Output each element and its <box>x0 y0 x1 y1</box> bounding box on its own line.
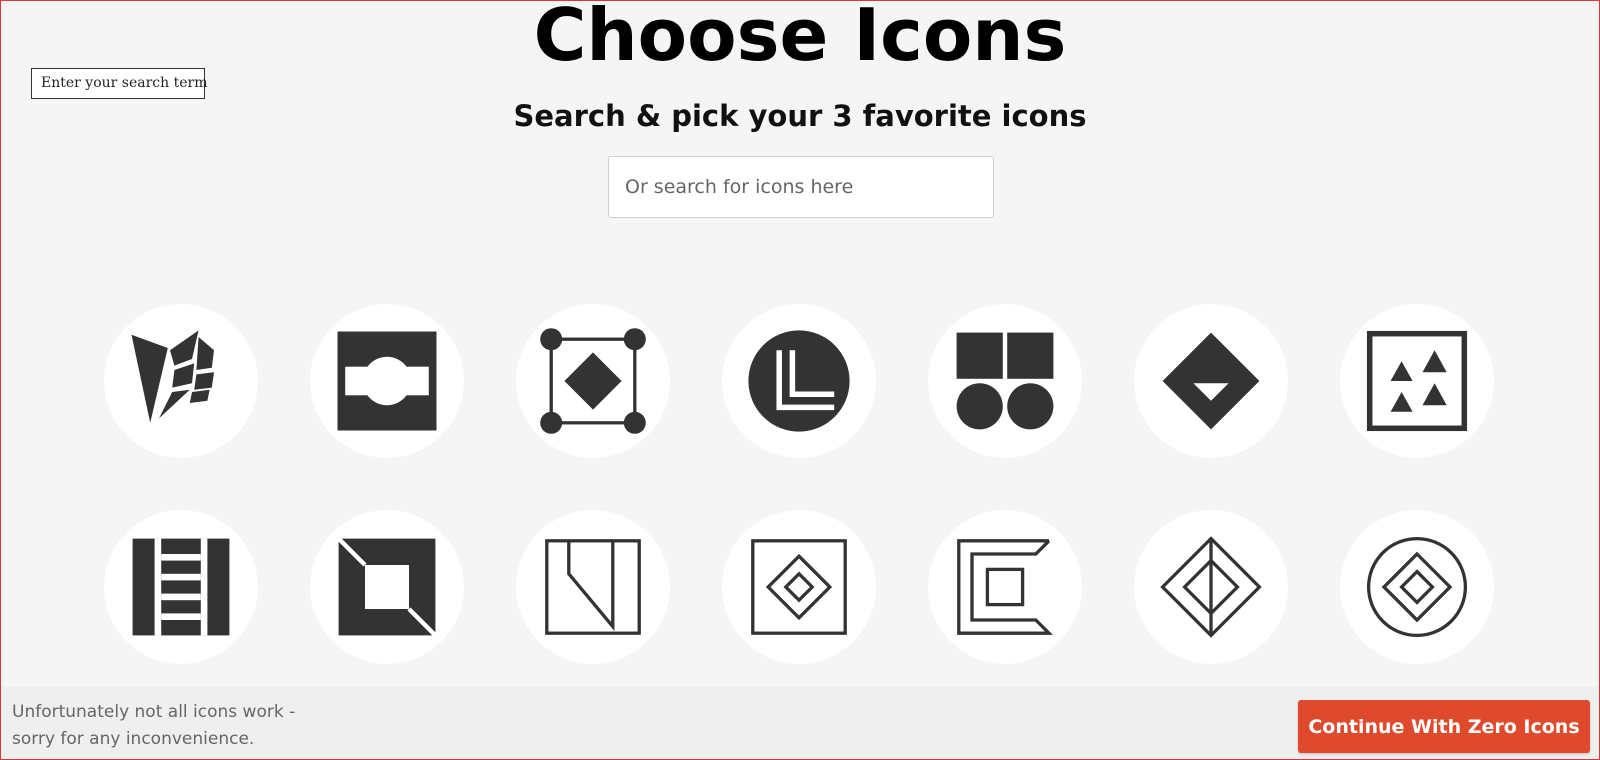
squares-circles-icon <box>956 332 1054 430</box>
icon-tile-10[interactable] <box>516 510 670 664</box>
icon-tile-9[interactable] <box>310 510 464 664</box>
triangles-square-icon <box>1366 330 1468 432</box>
footer-note: Unfortunately not all icons work - sorry… <box>12 702 296 749</box>
icon-grid <box>104 304 1494 664</box>
diamond-frame-corners-icon <box>540 328 646 434</box>
icon-tile-1[interactable] <box>104 304 258 458</box>
circle-corner-lines-icon <box>748 330 850 432</box>
abstract-shard-icon <box>131 330 214 423</box>
square-cutout-frame-icon <box>337 537 437 637</box>
page-subtitle: Search & pick your 3 favorite icons <box>513 99 1087 133</box>
icon-tile-4[interactable] <box>722 304 876 458</box>
icon-tile-6[interactable] <box>1134 304 1288 458</box>
circle-nested-diamonds-icon <box>1366 536 1468 638</box>
icon-tile-14[interactable] <box>1340 510 1494 664</box>
icon-tile-13[interactable] <box>1134 510 1288 664</box>
icon-tile-12[interactable] <box>928 510 1082 664</box>
bracket-square-icon <box>957 539 1053 635</box>
diamond-triangle-icon <box>1162 332 1260 430</box>
page: Enter your search term Choose Icons Sear… <box>0 0 1600 760</box>
continue-button[interactable]: Continue With Zero Icons <box>1298 700 1590 753</box>
icon-tile-3[interactable] <box>516 304 670 458</box>
square-circle-cutout-icon <box>337 331 437 431</box>
icon-tile-5[interactable] <box>928 304 1082 458</box>
icon-tile-11[interactable] <box>722 510 876 664</box>
footer-bar: Unfortunately not all icons work - sorry… <box>1 687 1599 759</box>
square-slash-outline-icon <box>545 539 641 635</box>
split-diamond-icon <box>1160 536 1262 638</box>
icon-search-input[interactable] <box>608 156 994 218</box>
icon-tile-8[interactable] <box>104 510 258 664</box>
page-title: Choose Icons <box>533 0 1067 77</box>
ladder-grid-icon <box>132 538 230 636</box>
nested-diamonds-square-icon <box>751 539 847 635</box>
icon-tile-7[interactable] <box>1340 304 1494 458</box>
icon-tile-2[interactable] <box>310 304 464 458</box>
